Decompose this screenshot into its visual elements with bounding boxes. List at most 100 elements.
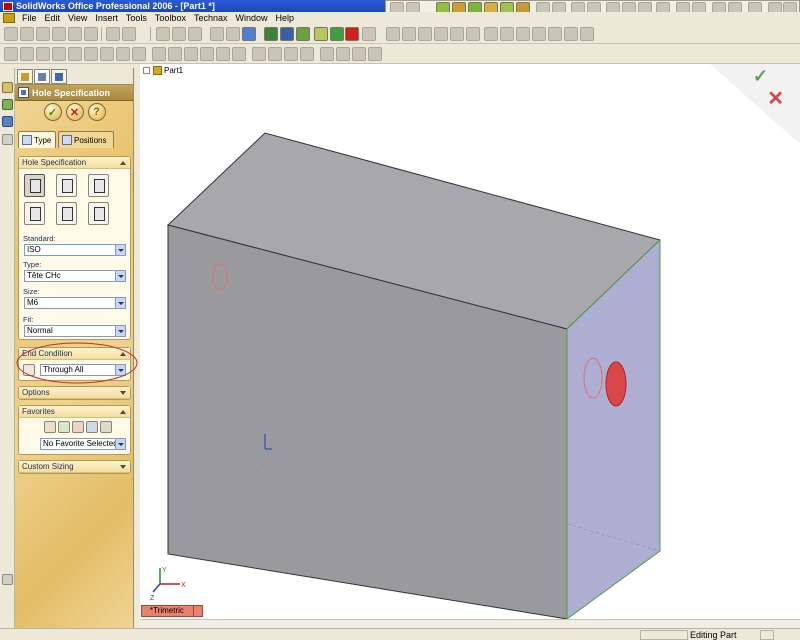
linear-pattern-icon[interactable] [200,47,214,61]
chevron-down-icon[interactable] [115,439,125,449]
fillet-icon[interactable] [84,47,98,61]
cancel-button[interactable]: ✕ [65,103,84,121]
helix-icon[interactable] [336,47,350,61]
fit-select[interactable]: Normal [24,325,126,337]
split-line-icon[interactable] [320,47,334,61]
options-group-title[interactable]: Options [19,387,130,399]
dome-icon[interactable] [184,47,198,61]
cut-icon[interactable] [84,27,98,41]
assembly-icon[interactable] [210,27,224,41]
file-properties-icon[interactable] [296,27,310,41]
countersink-hole-icon[interactable] [56,174,77,197]
rectangle-icon[interactable] [402,27,416,41]
chevron-down-icon[interactable] [115,271,125,281]
coordinate-system-icon[interactable] [284,47,298,61]
offset-icon[interactable] [564,27,578,41]
tab-type[interactable]: Type [18,131,56,148]
view-cube-icon[interactable] [242,27,256,41]
custom-sizing-group-title[interactable]: Custom Sizing [19,461,130,473]
home-icon[interactable] [2,82,13,93]
sketch-icon[interactable] [314,27,328,41]
new-file-icon[interactable] [4,27,18,41]
chevron-down-icon[interactable] [115,365,125,375]
point-icon[interactable] [466,27,480,41]
exit-sketch-icon[interactable] [345,27,359,41]
menu-insert[interactable]: Insert [91,12,122,24]
tapped-hole-icon[interactable] [24,202,45,225]
menu-window[interactable]: Window [231,12,271,24]
extrude-boss-icon[interactable] [4,47,18,61]
chevron-down-icon[interactable] [115,326,125,336]
print-preview-icon[interactable] [68,27,82,41]
end-condition-group-title[interactable]: End Condition [19,348,130,360]
menu-view[interactable]: View [64,12,91,24]
loft-icon[interactable] [52,47,66,61]
measure-icon[interactable] [188,27,202,41]
menu-file[interactable]: File [18,12,41,24]
reference-plane-icon[interactable] [252,47,266,61]
circle-icon[interactable] [418,27,432,41]
type-select[interactable]: Tête CHc [24,270,126,282]
expand-chevron-icon[interactable] [2,574,13,585]
pipe-tap-icon[interactable] [56,202,77,225]
save-icon[interactable] [36,27,50,41]
end-condition-select[interactable]: Through All [40,364,126,376]
open-file-icon[interactable] [20,27,34,41]
tab-positions[interactable]: Positions [58,131,114,148]
draft-icon[interactable] [152,47,166,61]
design-library-icon[interactable] [2,99,13,110]
undo-icon[interactable] [106,27,120,41]
solidworks-app-icon[interactable] [3,1,13,11]
spline-icon[interactable] [450,27,464,41]
menu-technax[interactable]: Technax [190,12,232,24]
simple-hole-icon[interactable] [88,174,109,197]
reference-axis-icon[interactable] [268,47,282,61]
equations-icon[interactable] [172,27,186,41]
delete-favorite-icon[interactable] [72,421,84,433]
trim-icon[interactable] [532,27,546,41]
standard-select[interactable]: ISO [24,244,126,256]
size-select[interactable]: M6 [24,297,126,309]
hole-specification-group-title[interactable]: Hole Specification [19,157,130,169]
chevron-down-icon[interactable] [193,606,202,616]
options-group[interactable]: Options [18,386,131,400]
legacy-hole-icon[interactable] [88,202,109,225]
graphics-area[interactable]: Part1 ✓ ✕ Y X Z [140,64,800,619]
hole-wizard-icon[interactable] [168,47,182,61]
rib-icon[interactable] [116,47,130,61]
options-icon[interactable] [280,27,294,41]
collapse-caret-icon[interactable] [120,161,126,165]
help-button[interactable]: ? [87,103,106,121]
chevron-down-icon[interactable] [115,245,125,255]
menu-edit[interactable]: Edit [41,12,65,24]
favorites-select[interactable]: No Favorite Selected [40,438,126,450]
confirm-icon[interactable] [330,27,344,41]
expand-caret-icon[interactable] [120,391,126,395]
curves-icon[interactable] [300,47,314,61]
shell-icon[interactable] [132,47,146,61]
menu-tools[interactable]: Tools [122,12,151,24]
part-icon[interactable] [226,27,240,41]
help-status-cell[interactable] [760,630,774,640]
add-favorite-icon[interactable] [58,421,70,433]
rebuild-icon[interactable] [264,27,278,41]
line-icon[interactable] [386,27,400,41]
circular-pattern-icon[interactable] [216,47,230,61]
view-orientation-tab[interactable]: *Trimetric [141,605,203,617]
extrude-cut-icon[interactable] [68,47,82,61]
arc-icon[interactable] [434,27,448,41]
menu-help[interactable]: Help [272,12,299,24]
load-favorite-icon[interactable] [100,421,112,433]
collapse-caret-icon[interactable] [120,352,126,356]
instant3d-icon[interactable] [352,47,366,61]
reverse-direction-icon[interactable] [23,364,35,376]
counterbore-hole-icon[interactable] [24,174,45,197]
redo-icon[interactable] [122,27,136,41]
favorites-group-title[interactable]: Favorites [19,406,130,418]
chamfer-icon[interactable] [100,47,114,61]
menu-toolbox[interactable]: Toolbox [151,12,190,24]
extend-icon[interactable] [548,27,562,41]
sketch-entities-icon[interactable] [516,27,530,41]
print-icon[interactable] [52,27,66,41]
property-manager-tab[interactable] [34,69,50,84]
